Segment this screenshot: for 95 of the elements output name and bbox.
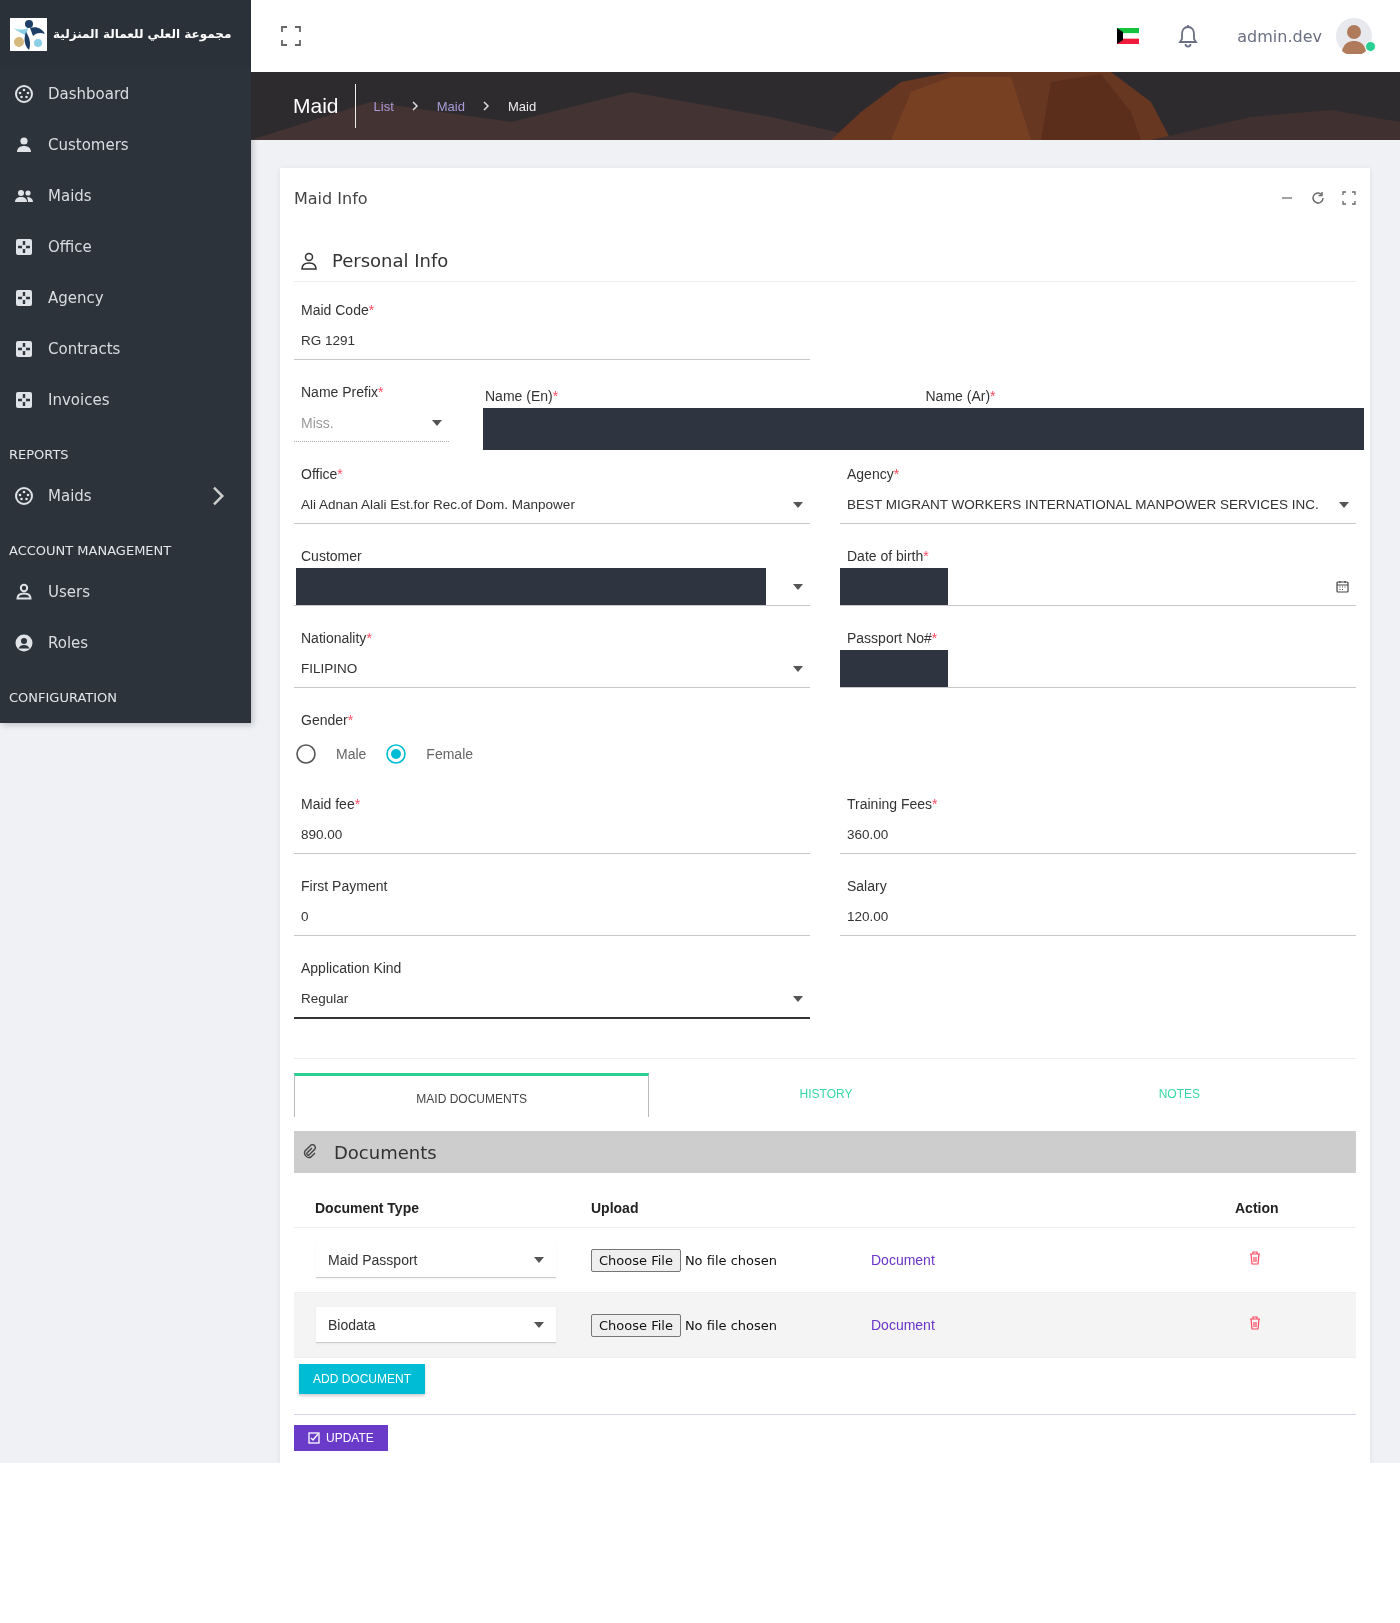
select-field[interactable]: Ali Adnan Alali Est.for Rec.of Dom. Manpower (294, 486, 810, 524)
radio-icon[interactable] (296, 744, 316, 764)
section-heading: ACCOUNT MANAGEMENT (8, 542, 173, 560)
puzzle-icon (14, 389, 34, 410)
flag-icon[interactable] (1117, 28, 1140, 44)
select-field[interactable]: FILIPINO (294, 650, 810, 688)
expand-icon[interactable] (1342, 191, 1356, 205)
trash-icon[interactable] (1249, 1251, 1261, 1265)
input-field[interactable]: 360.00 (840, 816, 1356, 854)
caret-icon (1339, 501, 1349, 508)
field-label: Maid fee* (300, 796, 362, 814)
user-icon (14, 134, 34, 155)
user-icon (300, 251, 318, 270)
sidebar-item[interactable]: Users (0, 566, 251, 617)
paperclip-icon (302, 1144, 318, 1160)
input-field[interactable]: 890.00 (294, 816, 810, 854)
refresh-icon[interactable] (1311, 191, 1325, 205)
caret-icon (793, 995, 803, 1002)
breadcrumb-link[interactable]: List (373, 98, 394, 114)
caret-icon (534, 1256, 544, 1263)
caret-icon (534, 1321, 544, 1328)
calendar-icon[interactable] (1336, 580, 1349, 593)
dashboard-icon (14, 83, 34, 104)
caret-icon (793, 583, 803, 590)
sidebar-item[interactable]: Maids (0, 470, 251, 521)
tab[interactable]: MAID DOCUMENTS (294, 1073, 650, 1117)
card-title: Maid Info (294, 188, 368, 208)
avatar[interactable] (1336, 18, 1372, 54)
radio-option[interactable]: Male (296, 744, 367, 764)
field-label: Name (En)* (484, 388, 560, 406)
choose-file-button[interactable]: Choose File (591, 1248, 681, 1272)
column-header: Action (1234, 1189, 1356, 1228)
field-label: Date of birth* (846, 548, 930, 566)
page-title: Maid (293, 84, 356, 128)
caret-icon (793, 501, 803, 508)
select-field[interactable]: BEST MIGRANT WORKERS INTERNATIONAL MANPOWER SERVICES INC. (840, 486, 1356, 524)
chevron-icon (411, 101, 419, 111)
column-header: Upload (590, 1189, 1234, 1228)
choose-file-button[interactable]: Choose File (591, 1313, 681, 1337)
brand-name: مجموعة العلي للعمالة المنزلية (53, 27, 232, 41)
input-field[interactable]: 0 (294, 898, 810, 936)
field-label: Training Fees* (846, 796, 939, 814)
select-field[interactable]: Regular (294, 980, 810, 1019)
dashboard-icon (14, 485, 34, 506)
user-icon (14, 581, 34, 602)
document-link[interactable]: Document (871, 1252, 935, 1268)
trash-icon[interactable] (1249, 1316, 1261, 1330)
logo-icon (10, 17, 47, 51)
field-label: Maid Code* (300, 302, 376, 320)
field-label: Customer (300, 548, 363, 566)
update-button[interactable]: UPDATE (294, 1425, 388, 1451)
section-heading: REPORTS (8, 446, 70, 464)
sidebar-item[interactable]: Invoices (0, 374, 251, 425)
username[interactable]: admin.dev (1237, 26, 1322, 46)
field-label: Office* (300, 466, 344, 484)
radio-icon[interactable] (386, 744, 407, 764)
file-status: No file chosen (684, 1317, 777, 1333)
sidebar-item[interactable]: Maids (0, 170, 251, 221)
select-field[interactable]: Biodata (316, 1307, 556, 1343)
puzzle-icon (14, 287, 34, 308)
field-label: Nationality* (300, 630, 373, 648)
field-label: Agency* (846, 466, 901, 484)
sidebar-item[interactable]: Customers (0, 119, 251, 170)
caret-icon (432, 419, 442, 426)
puzzle-icon (14, 236, 34, 257)
field-label: Salary (846, 878, 888, 896)
puzzle-icon (14, 338, 34, 359)
user-icon (14, 632, 34, 653)
section-title: Personal Info (332, 250, 449, 271)
caret-icon (793, 665, 803, 672)
section-title: Documents (334, 1141, 437, 1163)
sidebar-item[interactable]: Contracts (0, 323, 251, 374)
field-label: Name Prefix* (300, 384, 385, 402)
file-status: No file chosen (684, 1252, 777, 1268)
select-field[interactable]: Maid Passport (316, 1242, 556, 1278)
column-header: Document Type (294, 1189, 590, 1228)
checkbox-icon (308, 1432, 320, 1444)
sidebar-item[interactable]: Office (0, 221, 251, 272)
section-heading: CONFIGURATION (8, 689, 119, 707)
fullscreen-icon[interactable] (281, 26, 301, 46)
chevron-icon (482, 101, 490, 111)
sidebar-item[interactable]: Agency (0, 272, 251, 323)
notification-bell-icon[interactable] (1177, 24, 1200, 48)
breadcrumb-link[interactable]: Maid (436, 98, 465, 114)
radio-option[interactable]: Female (386, 744, 474, 764)
document-link[interactable]: Document (871, 1317, 935, 1333)
sidebar-item[interactable]: Roles (0, 617, 251, 668)
field-label: First Payment (300, 878, 389, 896)
input-field[interactable]: 120.00 (840, 898, 1356, 936)
field-label: Gender* (300, 712, 355, 730)
field-label: Passport No#* (846, 630, 939, 648)
field-label: Name (Ar)* (924, 388, 997, 406)
input-field[interactable]: RG 1291 (294, 322, 810, 360)
field-label: Application Kind (300, 960, 403, 978)
sidebar-item[interactable]: Dashboard (0, 68, 251, 119)
